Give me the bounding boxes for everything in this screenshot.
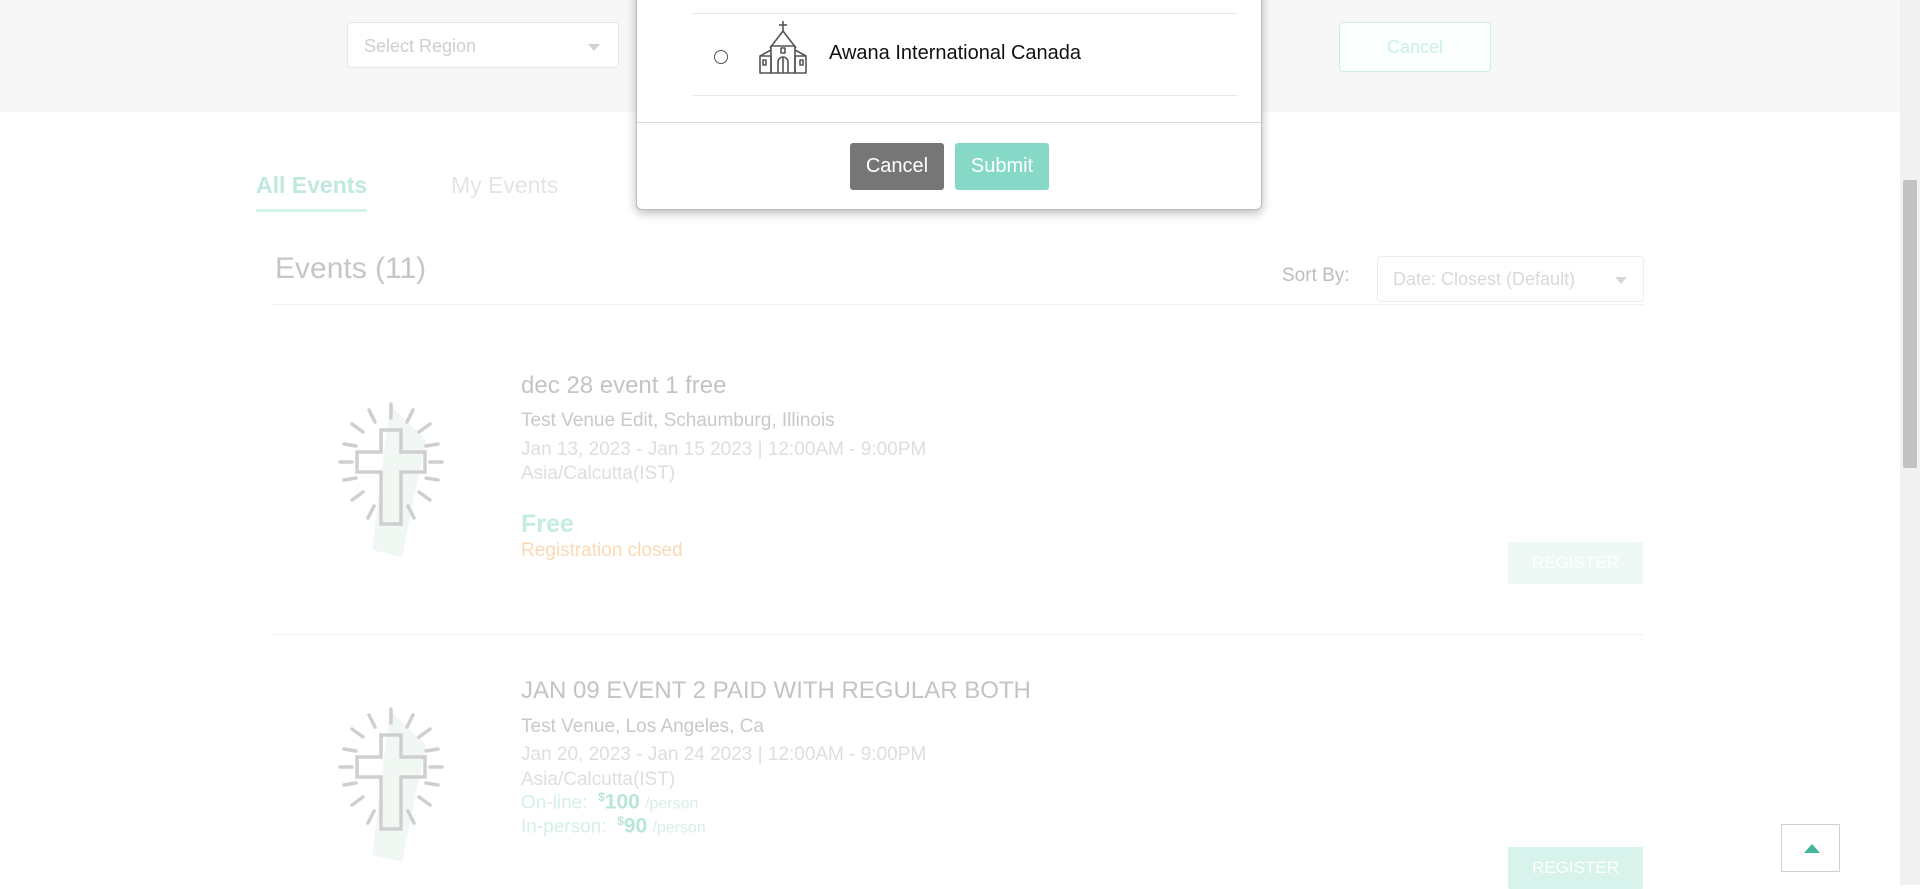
scroll-to-top-button[interactable] (1781, 824, 1840, 872)
event-timezone: Asia/Calcutta(IST) (521, 769, 676, 790)
church-icon (759, 21, 807, 74)
event-dates: Jan 13, 2023 - Jan 15 2023 | 12:00AM - 9… (521, 439, 927, 460)
inperson-price-label: In-person: (521, 816, 607, 838)
divider (693, 95, 1237, 96)
register-button[interactable]: REGISTER (1508, 542, 1643, 584)
cross-icon (338, 402, 444, 557)
event-title[interactable]: JAN 09 EVENT 2 PAID WITH REGULAR BOTH (521, 677, 1031, 705)
sort-select[interactable]: Date: Closest (Default) (1377, 256, 1644, 302)
event-venue: Test Venue, Los Angeles, Ca (521, 716, 764, 737)
event-title[interactable]: dec 28 event 1 free (521, 372, 726, 400)
scrollbar-thumb[interactable] (1903, 180, 1917, 468)
event-price: Free (521, 510, 574, 538)
online-price-unit: /person (645, 795, 699, 813)
event-timezone: Asia/Calcutta(IST) (521, 463, 676, 484)
tab-all-events[interactable]: All Events (256, 172, 368, 212)
inperson-price-currency: $ (617, 814, 624, 828)
divider (693, 13, 1237, 14)
inperson-price: In-person: $90 /person (521, 814, 706, 838)
online-price-label: On-line: (521, 792, 588, 814)
cross-icon (338, 707, 444, 862)
inperson-price-unit: /person (652, 819, 706, 837)
sort-label: Sort By: (1282, 265, 1350, 286)
divider (272, 634, 1644, 635)
organization-select-modal: Awana International Canada Cancel Submit (636, 0, 1262, 210)
modal-footer-divider (637, 122, 1261, 123)
inperson-price-amount: 90 (623, 814, 648, 838)
events-count-title: Events (11) (275, 252, 427, 285)
sort-select-value: Date: Closest (Default) (1393, 269, 1576, 289)
chevron-down-icon (1615, 277, 1627, 284)
event-dates: Jan 20, 2023 - Jan 24 2023 | 12:00AM - 9… (521, 744, 927, 765)
events-page: Select Region Cancel All Events My Event… (0, 0, 1900, 889)
modal-cancel-button[interactable]: Cancel (850, 143, 944, 190)
filter-cancel-button[interactable]: Cancel (1339, 22, 1491, 72)
online-price-currency: $ (598, 790, 605, 804)
modal-submit-button[interactable]: Submit (955, 143, 1049, 190)
chevron-down-icon (588, 44, 600, 51)
arrow-up-icon (1804, 844, 1820, 853)
tab-my-events[interactable]: My Events (451, 172, 558, 199)
event-venue: Test Venue Edit, Schaumburg, Illinois (521, 410, 835, 431)
organization-name[interactable]: Awana International Canada (829, 42, 1081, 65)
region-select-placeholder: Select Region (364, 36, 477, 56)
organization-radio[interactable] (714, 50, 728, 64)
online-price: On-line: $100 /person (521, 790, 698, 814)
online-price-amount: 100 (604, 790, 640, 814)
region-select[interactable]: Select Region (347, 22, 619, 68)
registration-status: Registration closed (521, 540, 683, 561)
page-scrollbar[interactable] (1900, 0, 1920, 885)
divider (272, 304, 1644, 305)
register-button[interactable]: REGISTER (1508, 847, 1643, 889)
